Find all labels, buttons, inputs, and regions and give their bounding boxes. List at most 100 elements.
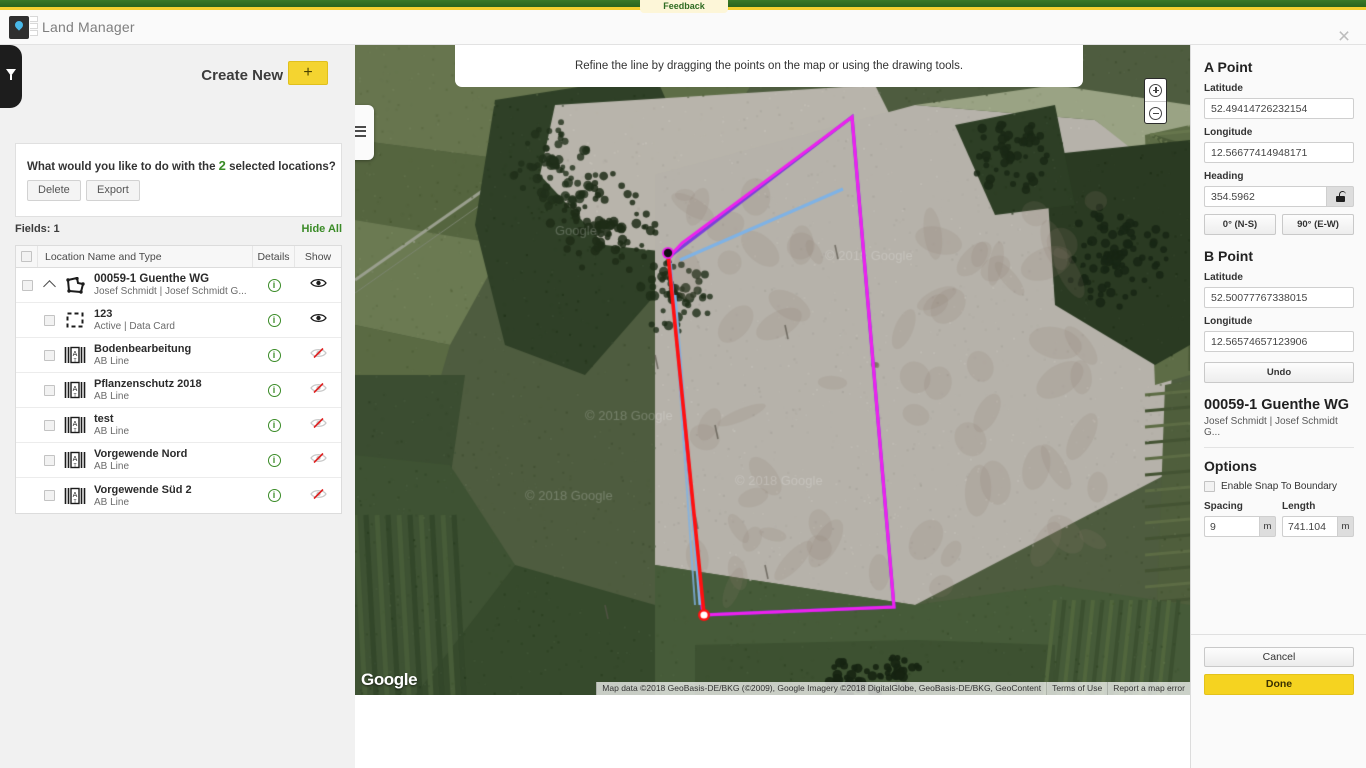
create-new-button[interactable]: + [288,61,328,85]
row-expand-cell[interactable] [38,315,60,326]
row-expand-cell[interactable] [38,420,60,431]
row-subtitle: AB Line [94,356,253,367]
info-icon[interactable]: i [268,279,281,292]
row-checkbox[interactable] [44,455,55,466]
row-name: Vorgewende Nord [94,448,253,460]
b-latitude-label: Latitude [1204,272,1354,283]
row-checkbox[interactable] [44,350,55,361]
svg-text:T: T [73,358,76,364]
terms-of-use-link[interactable]: Terms of Use [1046,682,1107,695]
export-button[interactable]: Export [86,180,140,201]
length-input[interactable] [1282,516,1337,537]
map-attribution-bar: Map data ©2018 GeoBasis-DE/BKG (©2009), … [596,682,1190,695]
table-row[interactable]: ATBodenbearbeitungAB Linei [16,338,341,373]
chevron-up-icon[interactable] [43,280,56,293]
map-viewport[interactable]: Refine the line by dragging the points o… [355,45,1190,695]
row-details-cell[interactable]: i [253,279,295,292]
row-name: Vorgewende Süd 2 [94,484,253,496]
row-checkbox[interactable] [22,280,33,291]
row-checkbox[interactable] [44,490,55,501]
map-zoom-controls[interactable] [1144,78,1167,124]
row-checkbox[interactable] [44,420,55,431]
row-show-cell[interactable] [295,381,341,399]
cancel-button[interactable]: Cancel [1204,647,1354,667]
heading-lock-button[interactable] [1326,186,1354,207]
heading-preset-ew-button[interactable]: 90° (E-W) [1282,214,1354,235]
info-icon[interactable]: i [268,384,281,397]
hide-all-link[interactable]: Hide All [301,223,342,235]
eye-off-icon[interactable] [310,451,327,469]
row-expand-cell[interactable] [38,279,60,291]
table-row[interactable]: 00059-1 Guenthe WGJosef Schmidt | Josef … [16,268,341,303]
row-show-cell[interactable] [295,311,341,329]
select-all-checkbox[interactable] [21,251,32,262]
zoom-in-button[interactable] [1145,79,1166,101]
table-row[interactable]: ATtestAB Linei [16,408,341,443]
heading-input[interactable] [1204,186,1326,207]
table-row[interactable]: ATVorgewende Süd 2AB Linei [16,478,341,513]
column-location-name: Location Name and Type [38,246,253,267]
row-show-cell[interactable] [295,346,341,364]
eye-off-icon[interactable] [310,487,327,505]
row-expand-cell[interactable] [38,350,60,361]
a-longitude-input[interactable] [1204,142,1354,163]
row-details-cell[interactable]: i [253,384,295,397]
snap-to-boundary-row[interactable]: Enable Snap To Boundary [1204,481,1354,492]
row-checkbox[interactable] [44,315,55,326]
spacing-input[interactable] [1204,516,1259,537]
row-expand-cell[interactable] [38,455,60,466]
a-latitude-input[interactable] [1204,98,1354,119]
row-name: 00059-1 Guenthe WG [94,273,253,285]
eye-off-icon[interactable] [310,346,327,364]
row-checkbox-cell[interactable] [16,280,38,291]
row-expand-cell[interactable] [38,490,60,501]
row-text: Vorgewende NordAB Line [90,448,253,472]
row-details-cell[interactable]: i [253,314,295,327]
satellite-map-canvas[interactable] [355,45,1190,695]
row-show-cell[interactable] [295,416,341,434]
row-show-cell[interactable] [295,276,341,294]
svg-text:T: T [73,499,76,505]
select-all-cell[interactable] [16,246,38,267]
eye-off-icon[interactable] [310,381,327,399]
row-details-cell[interactable]: i [253,419,295,432]
done-button[interactable]: Done [1204,674,1354,695]
row-checkbox[interactable] [44,385,55,396]
eye-off-icon[interactable] [310,416,327,434]
heading-preset-buttons: 0° (N-S) 90° (E-W) [1204,214,1354,235]
snap-to-boundary-checkbox[interactable] [1204,481,1215,492]
row-expand-cell[interactable] [38,385,60,396]
report-map-error-link[interactable]: Report a map error [1107,682,1190,695]
row-details-cell[interactable]: i [253,489,295,502]
table-row[interactable]: ATVorgewende NordAB Linei [16,443,341,478]
table-row[interactable]: ATPflanzenschutz 2018AB Linei [16,373,341,408]
ab-line-icon: AT [60,487,90,505]
info-icon[interactable]: i [268,349,281,362]
info-icon[interactable]: i [268,419,281,432]
info-icon[interactable]: i [268,314,281,327]
b-longitude-input[interactable] [1204,331,1354,352]
heading-preset-ns-button[interactable]: 0° (N-S) [1204,214,1276,235]
delete-button[interactable]: Delete [27,180,81,201]
info-icon[interactable]: i [268,489,281,502]
row-show-cell[interactable] [295,451,341,469]
a-point-heading: A Point [1204,59,1354,75]
ab-line-icon: AT [60,346,90,364]
info-icon[interactable]: i [268,454,281,467]
app-logo [9,16,39,39]
table-row[interactable]: 123Active | Data Cardi [16,303,341,338]
svg-text:T: T [73,463,76,469]
row-details-cell[interactable]: i [253,454,295,467]
map-layers-toggle[interactable] [355,105,374,160]
row-show-cell[interactable] [295,487,341,505]
row-details-cell[interactable]: i [253,349,295,362]
fields-summary-row: Fields: 1 Hide All [15,223,342,239]
google-logo[interactable]: Google [361,670,417,690]
heading-field-group [1204,186,1354,207]
zoom-out-button[interactable] [1145,102,1166,124]
b-latitude-input[interactable] [1204,287,1354,308]
eye-icon[interactable] [310,311,327,329]
eye-icon[interactable] [310,276,327,294]
feedback-tab[interactable]: Feedback [640,0,728,13]
undo-button[interactable]: Undo [1204,362,1354,383]
